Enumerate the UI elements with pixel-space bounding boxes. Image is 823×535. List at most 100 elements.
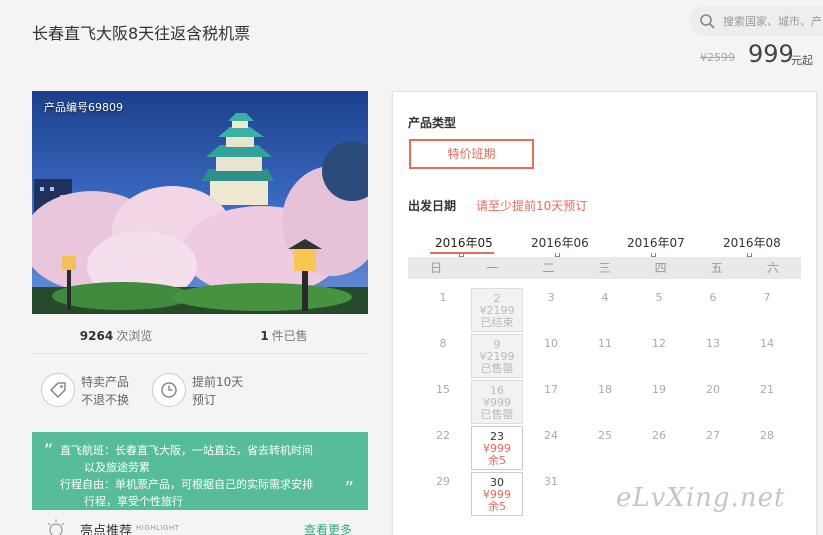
current-price: 999	[748, 40, 794, 68]
day-number: 30	[490, 476, 504, 489]
calendar-day-available[interactable]: 30 ¥999 余5	[471, 472, 523, 516]
day-number: 26	[652, 429, 666, 442]
close-quote-icon: ”	[344, 478, 354, 499]
day-number: 19	[652, 383, 666, 396]
day-number: 12	[652, 337, 666, 350]
month-tab[interactable]: 2016年07	[627, 234, 685, 251]
day-number: 4	[601, 291, 609, 304]
clock-icon	[152, 373, 186, 407]
calendar-day-available[interactable]: 23 ¥999 余5	[471, 426, 523, 470]
calendar-day: 17	[525, 380, 577, 424]
month-tab[interactable]: 2016年08	[723, 234, 781, 251]
recommend-label: 亮点推荐	[80, 524, 133, 535]
search-icon	[700, 14, 715, 29]
product-photo	[32, 91, 368, 314]
views-label: 次浏览	[116, 329, 153, 343]
type-option-special[interactable]: 特价班期	[409, 139, 534, 169]
calendar-day: 6	[687, 288, 739, 332]
day-number: 20	[706, 383, 720, 396]
calendar-day-closed: 9 ¥2199 已售罄	[471, 334, 523, 378]
feature-line: 提前10天	[192, 375, 244, 389]
day-number: 18	[598, 383, 612, 396]
product-stats: 9264 次浏览 1 件已售	[32, 318, 368, 354]
day-number: 3	[547, 291, 555, 304]
booking-panel: 产品类型 特价班期 出发日期 请至少提前10天预订 2016年05 2016年0…	[392, 91, 817, 535]
search-box[interactable]: 搜索国家、城市、产	[689, 6, 823, 36]
day-number: 22	[436, 429, 450, 442]
day-status: 已售罄	[480, 362, 514, 375]
departure-date-title: 出发日期	[408, 199, 457, 213]
calendar-day-closed: 16 ¥999 已售罄	[471, 380, 523, 424]
day-number: 8	[439, 337, 447, 350]
calendar-day: 29	[417, 472, 469, 516]
calendar-day: 18	[579, 380, 631, 424]
highlight-line: 直飞航班：长春直飞大阪，一站直达，省去转机时间	[60, 444, 313, 457]
calendar-day: 24	[525, 426, 577, 470]
day-number: 16	[490, 384, 504, 397]
page-title: 长春直飞大阪8天往返含税机票	[32, 24, 251, 43]
day-number: 23	[490, 430, 504, 443]
weekday-label: 二	[542, 261, 555, 275]
day-number: 24	[544, 429, 558, 442]
day-number: 21	[760, 383, 774, 396]
search-placeholder: 搜索国家、城市、产	[723, 15, 822, 28]
booking-notice: 请至少提前10天预订	[476, 199, 588, 213]
calendar-day: 4	[579, 288, 631, 332]
day-status: 余5	[488, 500, 506, 513]
day-number: 2	[493, 292, 501, 305]
original-price: ¥2599	[700, 51, 735, 64]
calendar-day: 8	[417, 334, 469, 378]
day-status: 已售罄	[480, 408, 514, 421]
highlight-line: 行程，享受个性旅行	[84, 495, 183, 508]
calendar-day: 10	[525, 334, 577, 378]
recommend-header: 亮点推荐 HIGHLIGHT 查看更多	[32, 516, 368, 535]
calendar-day: 5	[633, 288, 685, 332]
day-number: 29	[436, 475, 450, 488]
sold-count: 1	[260, 329, 269, 343]
highlight-box: “ 直飞航班：长春直飞大阪，一站直达，省去转机时间 以及旅途劳累 行程自由：单机…	[32, 432, 368, 510]
day-status: 已结束	[480, 316, 514, 329]
weekday-label: 一	[486, 261, 499, 275]
product-code: 产品编号69809	[44, 101, 123, 114]
product-page: 长春直飞大阪8天往返含税机票 搜索国家、城市、产 ¥2599 999 元起 产品…	[0, 0, 823, 535]
feature-line: 不退不换	[81, 393, 130, 407]
day-number: 31	[544, 475, 558, 488]
day-status: 余5	[488, 454, 506, 467]
day-number: 25	[598, 429, 612, 442]
weekday-label: 五	[710, 261, 723, 275]
calendar-day: 15	[417, 380, 469, 424]
calendar-day: 27	[687, 426, 739, 470]
day-number: 5	[655, 291, 663, 304]
calendar-day-closed: 2 ¥2199 已结束	[471, 288, 523, 332]
open-quote-icon: “	[44, 440, 54, 461]
calendar-day: 20	[687, 380, 739, 424]
day-number: 9	[493, 338, 501, 351]
recommend-sub: HIGHLIGHT	[136, 524, 180, 532]
day-number: 15	[436, 383, 450, 396]
calendar-day: 28	[741, 426, 793, 470]
day-number: 1	[439, 291, 447, 304]
highlight-line: 以及旅途劳累	[84, 461, 150, 474]
day-number: 28	[760, 429, 774, 442]
day-number: 14	[760, 337, 774, 350]
month-tab[interactable]: 2016年06	[531, 234, 589, 251]
calendar-day: 13	[687, 334, 739, 378]
calendar-day: 21	[741, 380, 793, 424]
calendar-day: 12	[633, 334, 685, 378]
month-tab-active[interactable]: 2016年05	[435, 234, 493, 251]
feature-special-sale: 特卖产品 不退不换	[41, 373, 129, 409]
watermark: eLvXing.net	[616, 483, 786, 513]
feature-advance-booking: 提前10天 预订	[152, 373, 243, 409]
calendar-day: 26	[633, 426, 685, 470]
calendar-day: 19	[633, 380, 685, 424]
day-number: 27	[706, 429, 720, 442]
weekday-header: 日 一 二 三 四 五 六	[408, 257, 801, 279]
day-number: 7	[763, 291, 771, 304]
day-number: 11	[598, 337, 612, 350]
view-more-link[interactable]: 查看更多	[304, 521, 352, 535]
weekday-label: 三	[598, 261, 611, 275]
feature-line: 特卖产品	[81, 375, 130, 389]
weekday-label: 日	[430, 261, 443, 275]
calendar-day: 7	[741, 288, 793, 332]
sold-stat: 1 件已售	[200, 318, 368, 353]
